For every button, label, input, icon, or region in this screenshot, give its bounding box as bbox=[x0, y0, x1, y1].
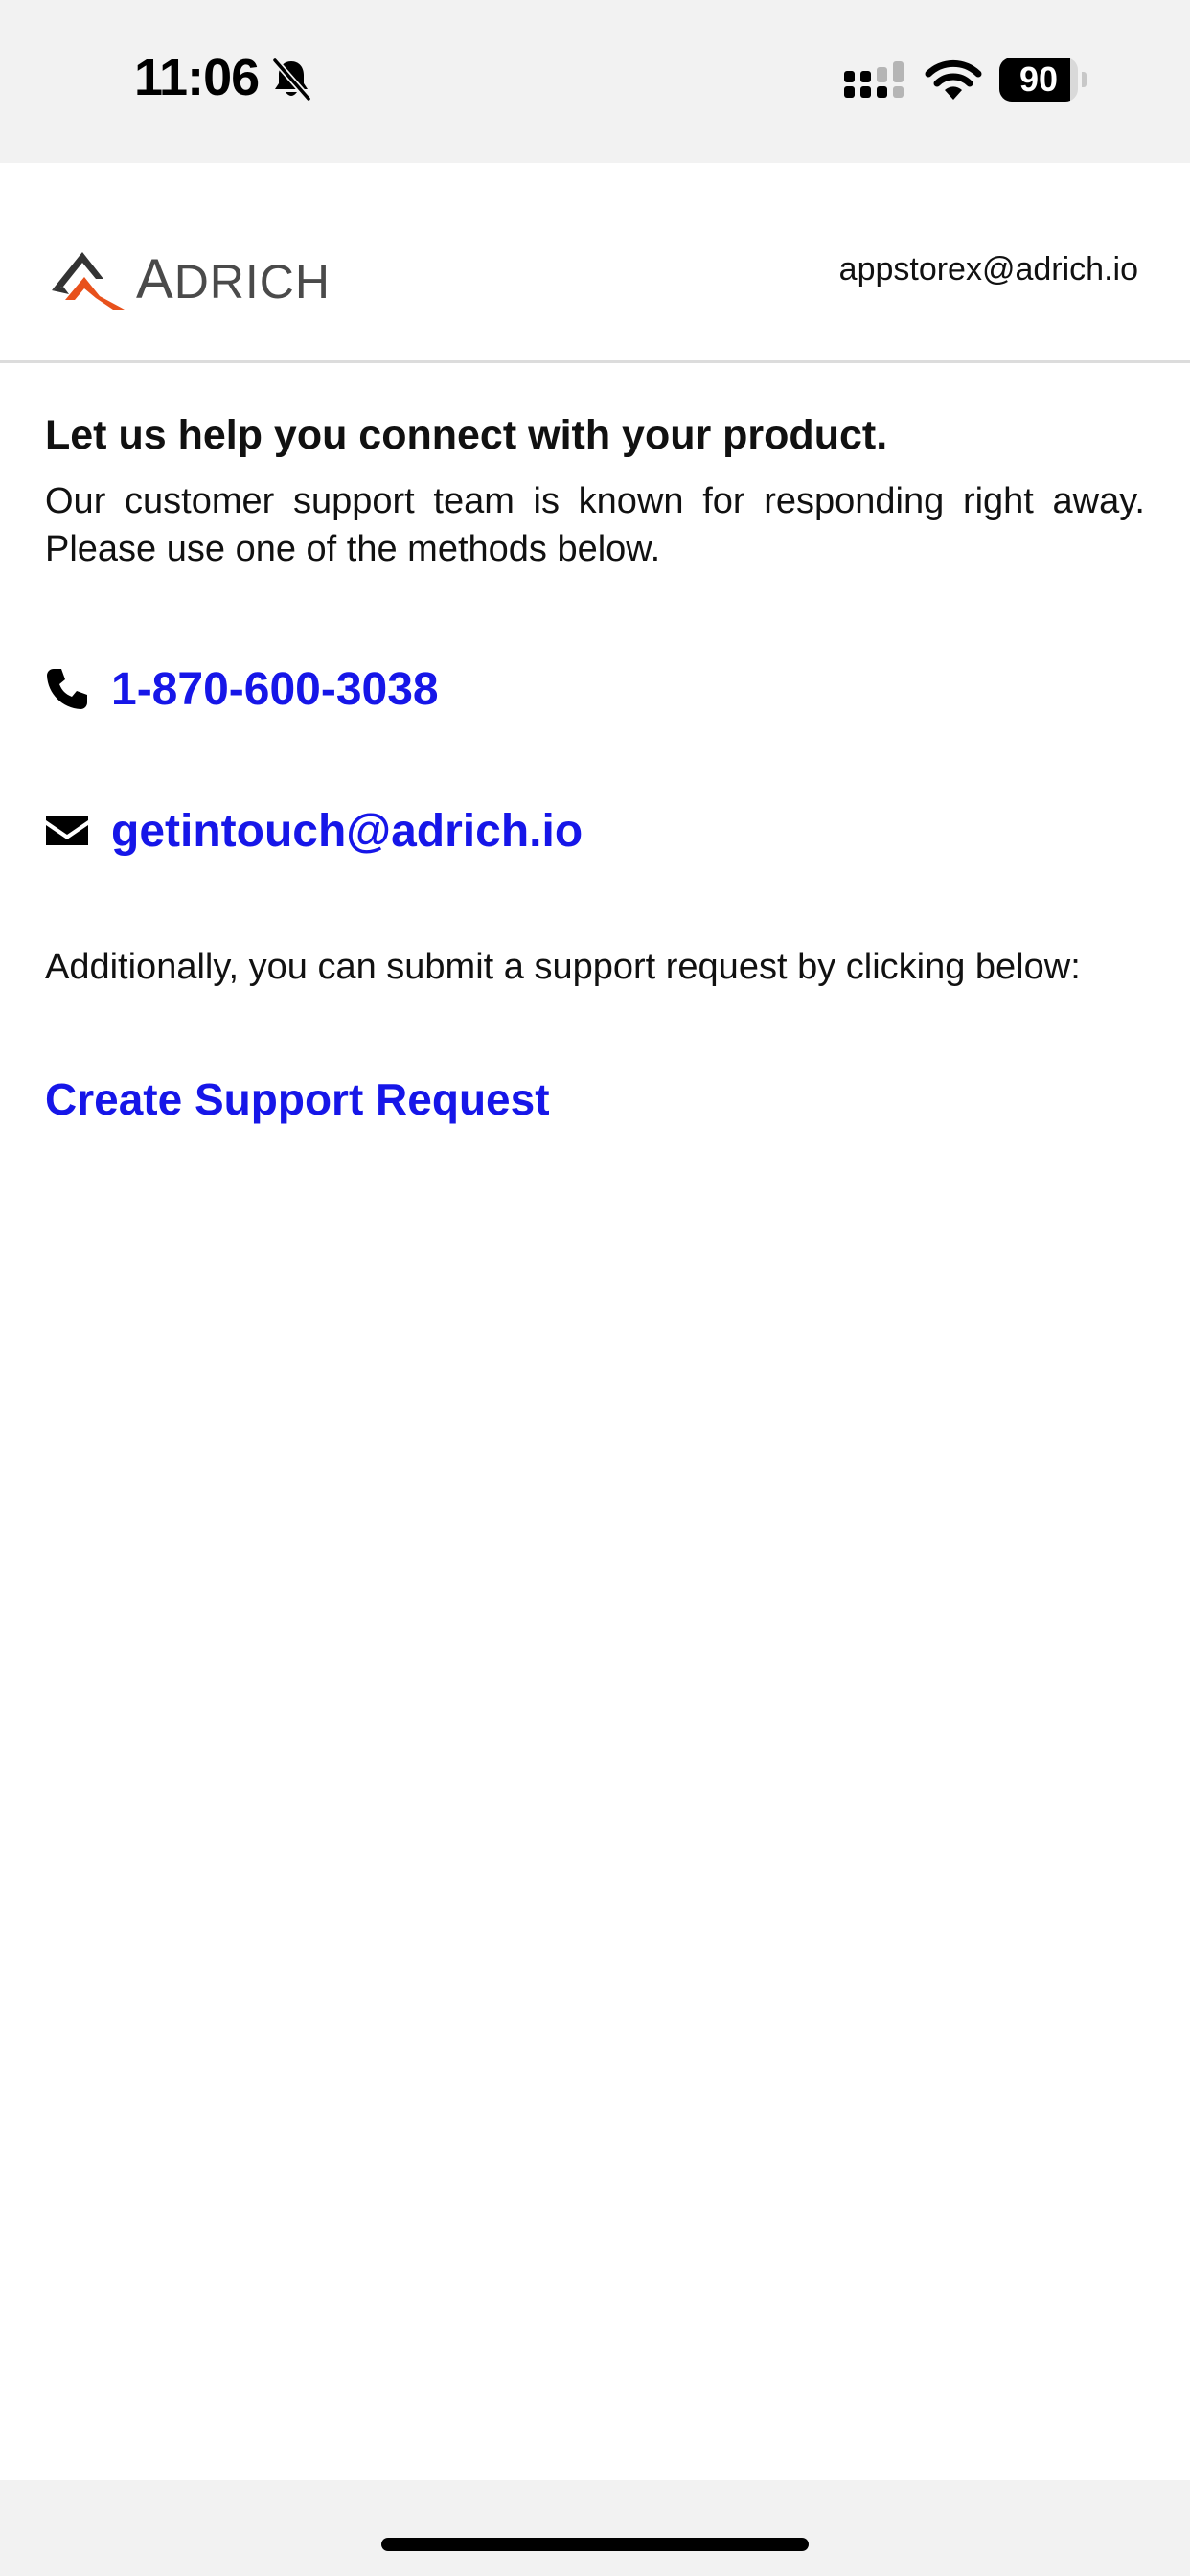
app-header: ADRICH appstorex@adrich.io bbox=[0, 163, 1190, 363]
home-indicator[interactable] bbox=[381, 2538, 809, 2551]
email-link[interactable]: getintouch@adrich.io bbox=[111, 805, 583, 858]
intro-text: Our customer support team is known for r… bbox=[45, 481, 1145, 569]
phone-icon bbox=[47, 669, 87, 709]
bell-slash-icon bbox=[272, 58, 311, 102]
adrich-logo-mark-icon bbox=[52, 252, 125, 310]
logo-wordmark: ADRICH bbox=[136, 247, 332, 310]
envelope-icon bbox=[46, 816, 88, 845]
email-contact-row[interactable]: getintouch@adrich.io bbox=[45, 797, 1145, 864]
page-headline: Let us help you connect with your produc… bbox=[45, 412, 888, 458]
battery-icon: 90 bbox=[999, 58, 1087, 102]
adrich-logo[interactable]: ADRICH bbox=[50, 245, 331, 312]
status-bar: 11:06 90 bbox=[0, 0, 1190, 163]
bottom-bar bbox=[0, 2480, 1190, 2576]
cellular-signal-icon bbox=[844, 61, 904, 98]
support-content: Let us help you connect with your produc… bbox=[45, 402, 1145, 1125]
wifi-icon bbox=[925, 59, 982, 100]
user-email[interactable]: appstorex@adrich.io bbox=[839, 251, 1138, 288]
additional-text: Additionally, you can submit a support r… bbox=[45, 947, 1081, 987]
phone-link[interactable]: 1-870-600-3038 bbox=[111, 663, 439, 716]
battery-tip bbox=[1082, 72, 1087, 87]
battery-percent: 90 bbox=[1018, 59, 1059, 99]
battery-body: 90 bbox=[999, 58, 1078, 102]
create-support-request-link[interactable]: Create Support Request bbox=[45, 1073, 550, 1125]
phone-contact-row[interactable]: 1-870-600-3038 bbox=[45, 656, 1145, 723]
status-time: 11:06 bbox=[134, 49, 260, 106]
